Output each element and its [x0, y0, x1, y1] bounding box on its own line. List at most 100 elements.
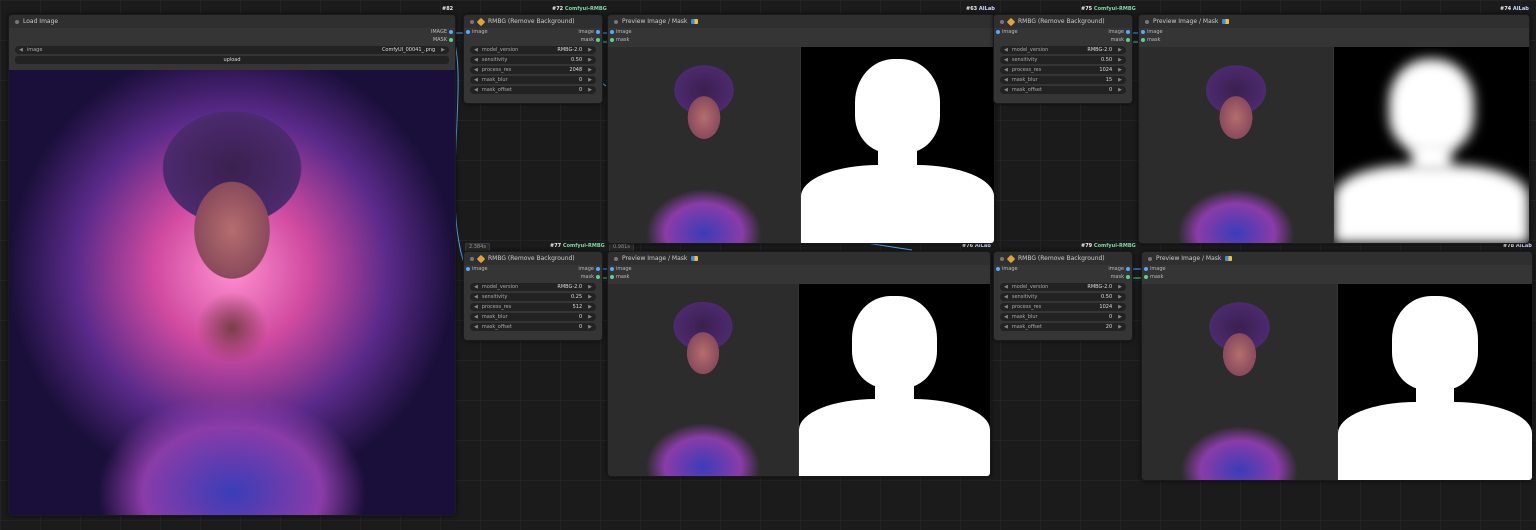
mask-offset-widget[interactable]: ◀ mask_offset 20 ▶ — [1000, 323, 1126, 331]
input-port[interactable] — [610, 38, 614, 42]
collapse-dot-icon[interactable] — [1148, 256, 1152, 261]
arrow-right-icon[interactable]: ▶ — [1118, 314, 1122, 320]
sensitivity-widget[interactable]: ◀ sensitivity 0.50 ▶ — [470, 56, 596, 64]
input-port[interactable] — [996, 30, 1000, 34]
node-id-badge: #74 AILab — [1500, 6, 1529, 12]
collapse-dot-icon[interactable] — [1000, 256, 1004, 261]
collapse-dot-icon[interactable] — [1145, 19, 1149, 24]
output-port[interactable] — [596, 275, 600, 279]
input-port[interactable] — [610, 275, 614, 279]
collapse-dot-icon[interactable] — [470, 256, 474, 261]
arrow-right-icon[interactable]: ▶ — [441, 47, 445, 53]
arrow-right-icon[interactable]: ▶ — [588, 87, 592, 93]
output-port[interactable] — [596, 30, 600, 34]
arrow-right-icon[interactable]: ▶ — [588, 294, 592, 300]
node-title-bar[interactable]: Preview Image / Mask — [608, 15, 994, 28]
arrow-right-icon[interactable]: ▶ — [588, 314, 592, 320]
input-port[interactable] — [1141, 38, 1145, 42]
mask-offset-widget[interactable]: ◀ mask_offset 0 ▶ — [470, 323, 596, 331]
node-title-bar[interactable]: Preview Image / Mask — [608, 252, 990, 265]
process-res-widget[interactable]: ◀ process_res 2048 ▶ — [470, 66, 596, 74]
input-row: image — [1139, 28, 1529, 36]
output-port[interactable] — [449, 38, 453, 42]
arrow-right-icon[interactable]: ▶ — [1118, 304, 1122, 310]
input-port[interactable] — [1144, 267, 1148, 271]
mask-blur-widget[interactable]: ◀ mask_blur 0 ▶ — [1000, 313, 1126, 321]
output-port[interactable] — [596, 267, 600, 271]
process-res-widget[interactable]: ◀ process_res 1024 ▶ — [1000, 66, 1126, 74]
process-res-widget[interactable]: ◀ process_res 1024 ▶ — [1000, 303, 1126, 311]
sensitivity-widget[interactable]: ◀ sensitivity 0.50 ▶ — [1000, 293, 1126, 301]
arrow-right-icon[interactable]: ▶ — [1118, 294, 1122, 300]
arrow-right-icon[interactable]: ▶ — [1118, 57, 1122, 63]
input-port[interactable] — [1141, 30, 1145, 34]
node-title-bar[interactable]: RMBG (Remove Background) — [464, 252, 602, 265]
process-res-widget[interactable]: ◀ process_res 512 ▶ — [470, 303, 596, 311]
preview-node-78[interactable]: Preview Image / Mask image mask — [1141, 251, 1533, 481]
arrow-right-icon[interactable]: ▶ — [588, 57, 592, 63]
arrow-right-icon[interactable]: ▶ — [1118, 87, 1122, 93]
collapse-dot-icon[interactable] — [15, 19, 19, 24]
arrow-right-icon[interactable]: ▶ — [1118, 324, 1122, 330]
rmbg-node-77[interactable]: RMBG (Remove Background) image image mask… — [463, 251, 603, 341]
sensitivity-widget[interactable]: ◀ sensitivity 0.25 ▶ — [470, 293, 596, 301]
load-image-node[interactable]: Load Image IMAGE MASK ◀ image ComfyUI_0004… — [8, 14, 456, 516]
node-title-bar[interactable]: RMBG (Remove Background) — [994, 15, 1132, 28]
output-port[interactable] — [1126, 38, 1130, 42]
arrow-right-icon[interactable]: ▶ — [588, 77, 592, 83]
output-port[interactable] — [1126, 275, 1130, 279]
mask-blur-widget[interactable]: ◀ mask_blur 15 ▶ — [1000, 76, 1126, 84]
arrow-right-icon[interactable]: ▶ — [588, 67, 592, 73]
arrow-right-icon[interactable]: ▶ — [588, 324, 592, 330]
arrow-right-icon[interactable]: ▶ — [588, 47, 592, 53]
arrow-right-icon[interactable]: ▶ — [1118, 47, 1122, 53]
input-port[interactable] — [996, 267, 1000, 271]
arrow-right-icon[interactable]: ▶ — [1118, 67, 1122, 73]
arrow-right-icon[interactable]: ▶ — [1118, 284, 1122, 290]
collapse-dot-icon[interactable] — [614, 256, 618, 261]
collapse-dot-icon[interactable] — [614, 19, 618, 24]
node-title-bar[interactable]: RMBG (Remove Background) — [464, 15, 602, 28]
node-title: Preview Image / Mask — [622, 255, 688, 262]
output-port[interactable] — [449, 30, 453, 34]
model-version-widget[interactable]: ◀ model_version RMBG-2.0 ▶ — [470, 283, 596, 291]
model-version-widget[interactable]: ◀ model_version RMBG-2.0 ▶ — [1000, 283, 1126, 291]
widget-label: mask_offset — [1011, 87, 1042, 93]
arrow-right-icon[interactable]: ▶ — [588, 284, 592, 290]
input-port[interactable] — [1144, 275, 1148, 279]
widget-label: model_version — [481, 47, 519, 53]
mask-offset-widget[interactable]: ◀ mask_offset 0 ▶ — [470, 86, 596, 94]
input-port[interactable] — [610, 267, 614, 271]
mask-blur-widget[interactable]: ◀ mask_blur 0 ▶ — [470, 313, 596, 321]
rmbg-node-79[interactable]: RMBG (Remove Background) image image mask… — [993, 251, 1133, 341]
input-port[interactable] — [466, 267, 470, 271]
mask-offset-widget[interactable]: ◀ mask_offset 0 ▶ — [1000, 86, 1126, 94]
mask-blur-widget[interactable]: ◀ mask_blur 0 ▶ — [470, 76, 596, 84]
rmbg-node-72[interactable]: RMBG (Remove Background) image image mask… — [463, 14, 603, 104]
collapse-dot-icon[interactable] — [1000, 19, 1004, 24]
preview-node-74[interactable]: Preview Image / Mask image mask — [1138, 14, 1530, 244]
upload-button[interactable]: upload — [15, 56, 449, 64]
preview-node-63[interactable]: Preview Image / Mask image mask — [607, 14, 995, 244]
output-port[interactable] — [1126, 267, 1130, 271]
node-title-bar[interactable]: Preview Image / Mask — [1139, 15, 1529, 28]
widget-value: 0 — [578, 87, 583, 93]
sensitivity-widget[interactable]: ◀ sensitivity 0.50 ▶ — [1000, 56, 1126, 64]
input-label: mask — [1150, 274, 1164, 280]
input-port[interactable] — [466, 30, 470, 34]
preview-node-76[interactable]: Preview Image / Mask image mask — [607, 251, 991, 477]
node-title-bar[interactable]: RMBG (Remove Background) — [994, 252, 1132, 265]
image-select-widget[interactable]: ◀ image ComfyUI_00041_.png ▶ — [15, 46, 449, 54]
input-port[interactable] — [610, 30, 614, 34]
node-title-bar[interactable]: Preview Image / Mask — [1142, 252, 1532, 265]
node-title-bar[interactable]: Load Image — [9, 15, 455, 28]
model-version-widget[interactable]: ◀ model_version RMBG-2.0 ▶ — [1000, 46, 1126, 54]
rmbg-node-75[interactable]: RMBG (Remove Background) image image mask… — [993, 14, 1133, 104]
output-port[interactable] — [1126, 30, 1130, 34]
arrow-right-icon[interactable]: ▶ — [1118, 77, 1122, 83]
arrow-right-icon[interactable]: ▶ — [588, 304, 592, 310]
node-id-badge: #82 — [442, 6, 454, 12]
model-version-widget[interactable]: ◀ model_version RMBG-2.0 ▶ — [470, 46, 596, 54]
output-port[interactable] — [596, 38, 600, 42]
collapse-dot-icon[interactable] — [470, 19, 474, 24]
